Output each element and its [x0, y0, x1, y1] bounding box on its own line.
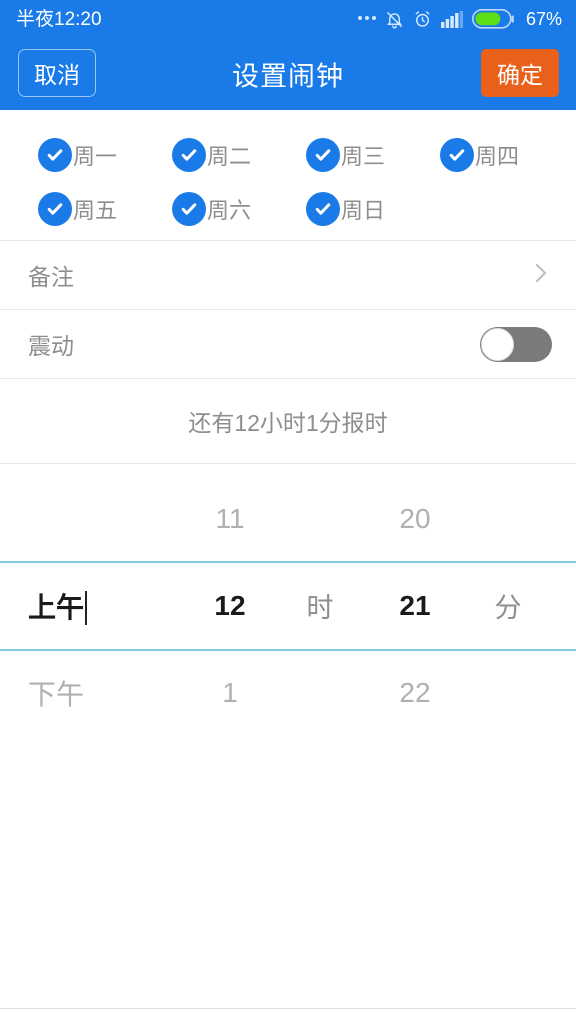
battery-icon	[471, 9, 514, 29]
vibrate-row-right	[480, 326, 552, 362]
more-dots-icon	[357, 16, 376, 22]
alarm-clock-icon	[413, 10, 432, 29]
weekday-label: 周五	[73, 198, 118, 223]
check-icon	[172, 138, 206, 172]
picker-hour-selected[interactable]: 12	[175, 590, 285, 622]
picker-ampm-selected[interactable]: 上午	[28, 586, 138, 626]
picker-minute-below[interactable]: 22	[360, 677, 470, 709]
picker-ampm-selected-text: 上午	[28, 591, 85, 623]
weekday-row-2: 周五 周六 周日	[0, 182, 576, 236]
weekday-checkbox-thu[interactable]: 周四	[402, 138, 536, 172]
picker-hour-unit-label: 时	[306, 593, 334, 623]
vibrate-toggle[interactable]	[480, 326, 552, 362]
weekday-checkbox-fri[interactable]: 周五	[0, 192, 134, 226]
weekday-label: 周四	[475, 144, 520, 169]
content-area: 周一 周二 周三 周四 周五 周六 周日 备注 震动 还有12小时1分报时 11…	[0, 110, 576, 1024]
weekday-checkbox-tue[interactable]: 周二	[134, 138, 268, 172]
weekday-label: 周日	[341, 198, 386, 223]
check-icon	[306, 192, 340, 226]
time-picker[interactable]: 11 20 上午 12 时 21 分 下午 1 22	[0, 464, 576, 744]
picker-row-above[interactable]: 11 20	[0, 475, 576, 562]
battery-percent-label: 67%	[525, 8, 562, 29]
vibrate-label: 震动	[28, 333, 74, 359]
countdown-text: 还有12小时1分报时	[188, 410, 388, 436]
check-icon	[172, 192, 206, 226]
toggle-knob	[481, 327, 514, 361]
signal-bars-icon	[440, 10, 463, 28]
status-bar-icons: 67%	[357, 8, 562, 30]
vibrate-row[interactable]: 震动	[0, 310, 576, 379]
picker-row-below[interactable]: 下午 1 22	[0, 649, 576, 736]
weekday-label: 周三	[341, 144, 386, 169]
picker-minute-above[interactable]: 20	[360, 503, 470, 535]
picker-ampm-below[interactable]: 下午	[28, 673, 138, 713]
weekday-label: 周一	[73, 144, 118, 169]
weekday-checkbox-wed[interactable]: 周三	[268, 138, 402, 172]
weekday-label: 周六	[207, 198, 252, 223]
weekday-row-1: 周一 周二 周三 周四	[0, 128, 576, 182]
confirm-button[interactable]: 确定	[481, 49, 559, 97]
empty-area	[0, 744, 576, 1008]
check-icon	[38, 138, 72, 172]
weekday-label: 周二	[207, 144, 252, 169]
bell-muted-icon	[385, 10, 404, 29]
status-bar-time: 半夜12:20	[16, 8, 102, 30]
chevron-right-icon	[530, 260, 552, 291]
alarm-settings-screen: 半夜12:20 67% 取消 设置闹钟 确定 周一 周二 周三 周四 周五 周六…	[0, 0, 576, 1024]
remark-row[interactable]: 备注	[0, 241, 576, 310]
check-icon	[38, 192, 72, 226]
picker-hour-below[interactable]: 1	[175, 677, 285, 709]
weekday-selector: 周一 周二 周三 周四 周五 周六 周日	[0, 110, 576, 241]
app-header: 取消 设置闹钟 确定	[0, 38, 576, 110]
weekday-checkbox-sun[interactable]: 周日	[268, 192, 402, 226]
remark-label: 备注	[28, 264, 74, 290]
weekday-checkbox-mon[interactable]: 周一	[0, 138, 134, 172]
countdown-banner: 还有12小时1分报时	[0, 379, 576, 464]
text-caret	[85, 590, 88, 625]
status-bar: 半夜12:20 67%	[0, 0, 576, 38]
picker-minute-unit-label: 分	[494, 593, 522, 623]
weekday-checkbox-sat[interactable]: 周六	[134, 192, 268, 226]
picker-minute-selected[interactable]: 21	[360, 590, 470, 622]
bottom-divider	[0, 1008, 576, 1009]
picker-hour-above[interactable]: 11	[175, 503, 285, 535]
check-icon	[440, 138, 474, 172]
remark-row-right	[530, 260, 552, 291]
check-icon	[306, 138, 340, 172]
picker-row-selected[interactable]: 上午 12 时 21 分	[0, 562, 576, 649]
